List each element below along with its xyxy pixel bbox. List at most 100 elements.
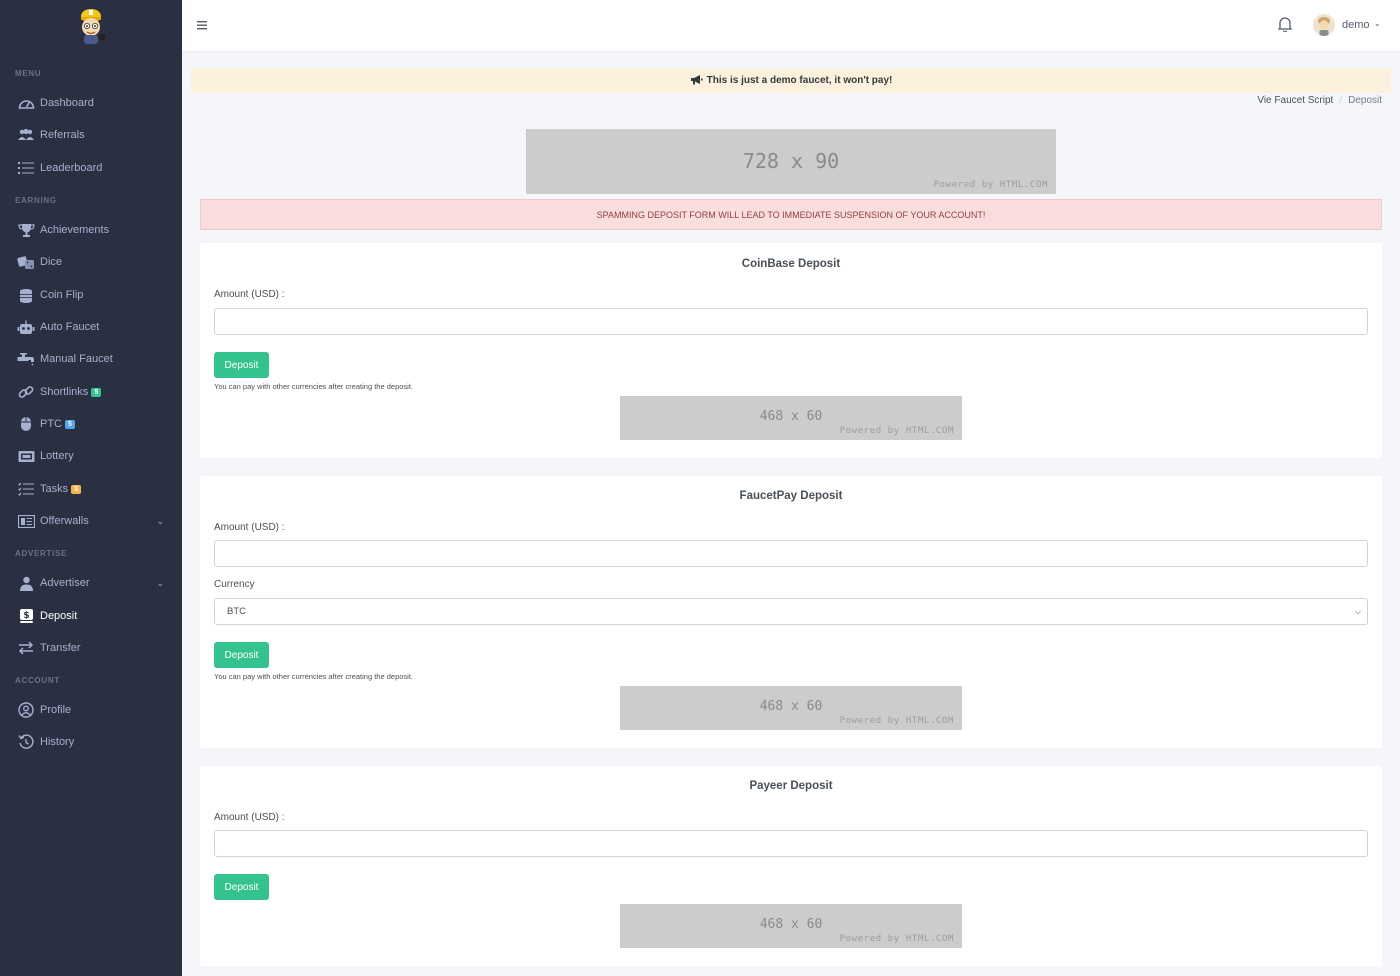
user-name[interactable]: demo bbox=[1342, 19, 1370, 31]
sidebar-item-deposit[interactable]: $ Deposit bbox=[0, 602, 182, 630]
chevron-down-icon: ⌄ bbox=[156, 577, 164, 588]
sidebar-item-label: Shortlinks 5 bbox=[40, 386, 102, 398]
users-icon bbox=[17, 126, 35, 144]
sidebar-item-ptc[interactable]: PTC 5 bbox=[0, 410, 182, 438]
ad-powered-label: Powered by HTML.COM bbox=[839, 934, 954, 944]
sidebar-item-label: Deposit bbox=[40, 610, 78, 622]
ptc-count-badge: 5 bbox=[65, 419, 75, 429]
list-icon bbox=[17, 159, 35, 177]
ticket-icon bbox=[17, 447, 35, 465]
sidebar-item-label: Advertiser bbox=[40, 577, 90, 589]
sidebar-item-achievements[interactable]: Achievements bbox=[0, 216, 182, 244]
section-account: ACCOUNT bbox=[15, 676, 60, 685]
card-title: FaucetPay Deposit bbox=[739, 490, 843, 502]
logo[interactable] bbox=[75, 6, 109, 46]
sidebar: MENU Dashboard Referrals Leaderboard EAR… bbox=[0, 0, 182, 976]
breadcrumb-current: Deposit bbox=[1348, 95, 1382, 106]
sidebar-item-advertiser[interactable]: Advertiser ⌄ bbox=[0, 569, 182, 597]
sidebar-item-coin-flip[interactable]: Coin Flip bbox=[0, 281, 182, 309]
robot-icon bbox=[17, 318, 35, 336]
coinbase-deposit-card: CoinBase Deposit Amount (USD) : Deposit … bbox=[200, 243, 1382, 458]
amount-label: Amount (USD) : bbox=[214, 522, 285, 533]
ad-banner-top[interactable]: 728 x 90 Powered by HTML.COM bbox=[526, 129, 1056, 194]
sidebar-item-lottery[interactable]: Lottery bbox=[0, 442, 182, 470]
sidebar-item-dice[interactable]: Dice bbox=[0, 248, 182, 276]
sidebar-item-manual-faucet[interactable]: Manual Faucet bbox=[0, 345, 182, 373]
faucetpay-amount-input[interactable] bbox=[214, 540, 1368, 567]
sidebar-item-label: Manual Faucet bbox=[40, 353, 113, 365]
ad-powered-label: Powered by HTML.COM bbox=[839, 426, 954, 436]
spam-warning-alert: SPAMMING DEPOSIT FORM WILL LEAD TO IMMED… bbox=[200, 199, 1382, 230]
ad-size-label: 468 x 60 bbox=[759, 409, 823, 424]
sidebar-item-history[interactable]: History bbox=[0, 728, 182, 756]
faucetpay-deposit-button[interactable]: Deposit bbox=[214, 642, 269, 668]
sidebar-item-label-text: Shortlinks bbox=[40, 386, 89, 398]
currency-select[interactable]: BTC ⌵ bbox=[214, 598, 1368, 625]
top-bar: demo ⌄ bbox=[182, 0, 1400, 51]
ad-banner-faucetpay[interactable]: 468 x 60 Powered by HTML.COM bbox=[620, 686, 962, 730]
ad-banner-coinbase[interactable]: 468 x 60 Powered by HTML.COM bbox=[620, 396, 962, 440]
breadcrumb: Vie Faucet Script / Deposit bbox=[1257, 95, 1382, 106]
menu-toggle-icon[interactable] bbox=[196, 18, 208, 30]
chevron-down-icon: ⌵ bbox=[1354, 607, 1361, 616]
deposit-icon: $ bbox=[17, 607, 35, 625]
sidebar-item-profile[interactable]: Profile bbox=[0, 696, 182, 724]
breadcrumb-separator: / bbox=[1339, 95, 1343, 106]
sidebar-item-shortlinks[interactable]: Shortlinks 5 bbox=[0, 378, 182, 406]
sidebar-item-leaderboard[interactable]: Leaderboard bbox=[0, 154, 182, 182]
sidebar-item-tasks[interactable]: Tasks 3 bbox=[0, 475, 182, 503]
profile-icon bbox=[17, 701, 35, 719]
section-earning: EARNING bbox=[15, 196, 57, 205]
sidebar-item-auto-faucet[interactable]: Auto Faucet bbox=[0, 313, 182, 341]
tasks-icon bbox=[17, 480, 35, 498]
sidebar-item-referrals[interactable]: Referrals bbox=[0, 121, 182, 149]
svg-text:$: $ bbox=[23, 611, 29, 621]
sidebar-item-label: Transfer bbox=[40, 642, 81, 654]
avatar[interactable] bbox=[1313, 14, 1335, 36]
sidebar-item-offerwalls[interactable]: Offerwalls ⌄ bbox=[0, 507, 182, 535]
coinbase-amount-input[interactable] bbox=[214, 308, 1368, 335]
coinbase-deposit-button[interactable]: Deposit bbox=[214, 352, 269, 378]
sidebar-item-label-text: PTC bbox=[40, 418, 62, 430]
sidebar-item-label: Achievements bbox=[40, 224, 110, 236]
shortlinks-count-badge: 5 bbox=[91, 387, 102, 397]
ad-size-label: 468 x 60 bbox=[759, 917, 823, 932]
payeer-deposit-card: Payeer Deposit Amount (USD) : Deposit 46… bbox=[200, 766, 1382, 966]
transfer-icon bbox=[17, 639, 35, 657]
ad-banner-payeer[interactable]: 468 x 60 Powered by HTML.COM bbox=[620, 904, 962, 948]
bell-icon[interactable] bbox=[1277, 16, 1293, 33]
sidebar-item-label-text: Tasks bbox=[40, 483, 69, 495]
chevron-down-icon[interactable]: ⌄ bbox=[1374, 19, 1381, 28]
ad-powered-label: Powered by HTML.COM bbox=[839, 716, 954, 726]
sidebar-item-label: PTC 5 bbox=[40, 418, 75, 430]
sidebar-item-label: Leaderboard bbox=[40, 162, 103, 174]
sidebar-item-label: Dice bbox=[40, 256, 63, 268]
megaphone-icon bbox=[690, 74, 703, 88]
sidebar-item-dashboard[interactable]: Dashboard bbox=[0, 89, 182, 117]
trophy-icon bbox=[17, 221, 35, 239]
sidebar-item-label: Referrals bbox=[40, 129, 85, 141]
ad-size-label: 728 x 90 bbox=[742, 149, 840, 173]
deposit-hint: You can pay with other currencies after … bbox=[214, 382, 414, 391]
sidebar-item-label: Tasks 3 bbox=[40, 483, 82, 495]
ad-size-label: 468 x 60 bbox=[759, 699, 823, 714]
sidebar-item-label: Profile bbox=[40, 704, 72, 716]
currency-selected-value: BTC bbox=[227, 606, 246, 617]
tasks-count-badge: 3 bbox=[71, 484, 82, 494]
section-menu: MENU bbox=[15, 69, 42, 78]
dice-icon bbox=[17, 253, 35, 271]
demo-notice-text: This is just a demo faucet, it won't pay… bbox=[706, 75, 893, 86]
card-title: Payeer Deposit bbox=[749, 780, 833, 792]
link-icon bbox=[17, 383, 35, 401]
offerwall-icon bbox=[17, 512, 35, 530]
currency-label: Currency bbox=[214, 579, 255, 590]
sidebar-item-transfer[interactable]: Transfer bbox=[0, 634, 182, 662]
mouse-icon bbox=[17, 415, 35, 433]
sidebar-item-label: Coin Flip bbox=[40, 289, 84, 301]
card-title: CoinBase Deposit bbox=[741, 258, 841, 270]
coins-icon bbox=[17, 286, 35, 304]
payeer-deposit-button[interactable]: Deposit bbox=[214, 874, 269, 900]
sidebar-item-label: Lottery bbox=[40, 450, 74, 462]
breadcrumb-root[interactable]: Vie Faucet Script bbox=[1257, 95, 1333, 106]
payeer-amount-input[interactable] bbox=[214, 830, 1368, 857]
